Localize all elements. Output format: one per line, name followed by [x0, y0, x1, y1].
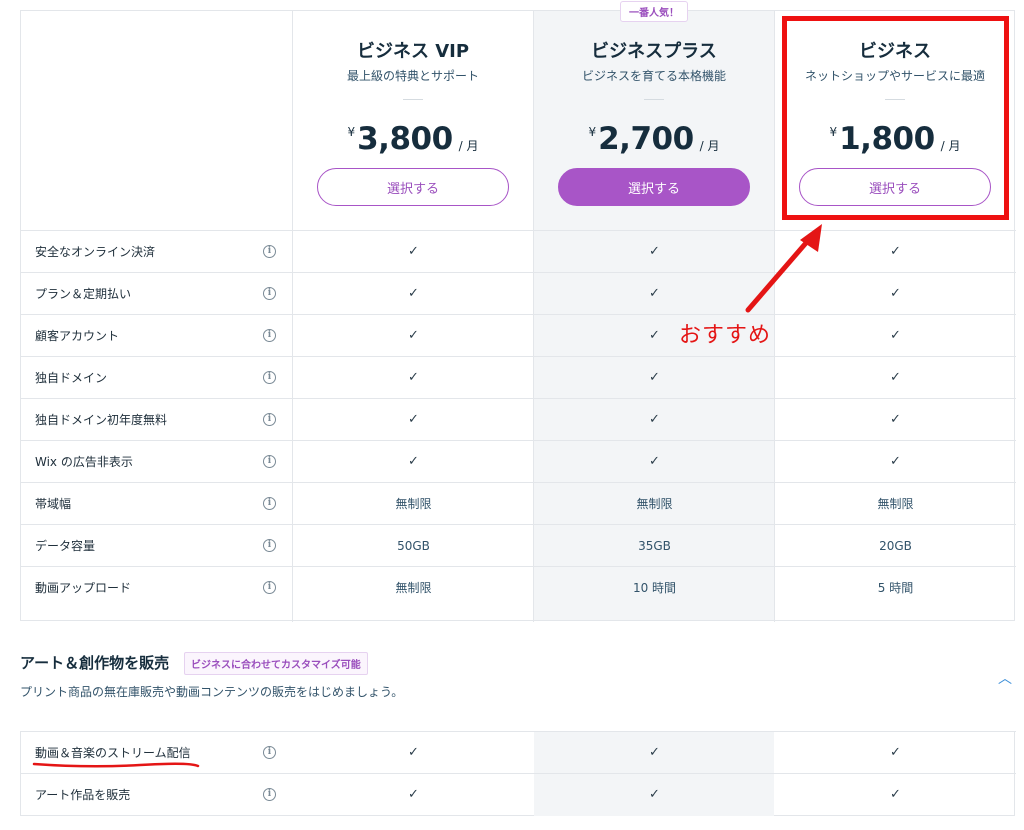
plan-card-vip: ビジネス VIP 最上級の特典とサポート ¥ 3,800 / 月 選択する [293, 11, 533, 231]
feature-value: 35GB [638, 539, 671, 553]
info-icon[interactable]: i [263, 455, 276, 468]
info-icon[interactable]: i [263, 581, 276, 594]
check-icon: ✓ [649, 787, 660, 802]
feature-label: 動画アップロード [35, 581, 132, 595]
section-feature-table: 動画＆音楽のストリーム配信 i ✓ ✓ ✓ アート作品を販売 i ✓ ✓ ✓ [20, 731, 1016, 816]
feature-row: データ容量 i 50GB 35GB 20GB [21, 524, 1016, 566]
feature-label: 顧客アカウント [35, 329, 120, 343]
info-icon[interactable]: i [263, 413, 276, 426]
feature-value: 50GB [397, 539, 430, 553]
feature-value: 5 時間 [877, 581, 914, 595]
customize-badge: ビジネスに合わせてカスタマイズ可能 [184, 652, 368, 675]
feature-label: 帯域幅 [35, 497, 72, 511]
check-icon: ✓ [408, 454, 419, 469]
price-period: / 月 [699, 139, 720, 153]
check-icon: ✓ [890, 328, 901, 343]
feature-value: 無制限 [636, 497, 673, 511]
divider [644, 99, 664, 100]
check-icon: ✓ [890, 454, 901, 469]
feature-label: プラン＆定期払い [35, 287, 132, 301]
feature-label: 独自ドメイン [35, 371, 108, 385]
currency-symbol: ¥ [588, 125, 597, 139]
feature-row: 独自ドメイン i ✓ ✓ ✓ [21, 356, 1016, 398]
info-icon[interactable]: i [263, 539, 276, 552]
info-icon[interactable]: i [263, 329, 276, 342]
feature-value: 20GB [879, 539, 912, 553]
currency-symbol: ¥ [347, 125, 356, 139]
check-icon: ✓ [890, 787, 901, 802]
info-icon[interactable]: i [263, 746, 276, 759]
info-icon[interactable]: i [263, 245, 276, 258]
check-icon: ✓ [408, 244, 419, 259]
plan-card-plus: 一番人気！ ビジネスプラス ビジネスを育てる本格機能 ¥ 2,700 / 月 選… [534, 1, 774, 231]
recommend-annotation: おすすめ [679, 323, 772, 348]
red-underline-annotation [32, 762, 200, 768]
feature-row: アート作品を販売 i ✓ ✓ ✓ [21, 773, 1016, 816]
annotation-arrow-icon [745, 224, 822, 313]
feature-label: 安全なオンライン決済 [35, 245, 156, 259]
plan-name: ビジネス VIP [356, 41, 470, 62]
feature-label: Wix の広告非表示 [35, 455, 133, 469]
price-amount: 3,800 [357, 121, 453, 157]
feature-row: 安全なオンライン決済 i ✓ ✓ ✓ [21, 230, 1016, 272]
check-icon: ✓ [408, 328, 419, 343]
feature-row: Wix の広告非表示 i ✓ ✓ ✓ [21, 440, 1016, 482]
info-icon[interactable]: i [263, 497, 276, 510]
check-icon: ✓ [890, 412, 901, 427]
info-icon[interactable]: i [263, 788, 276, 801]
feature-value: 無制限 [877, 497, 914, 511]
feature-row: 帯域幅 i 無制限 無制限 無制限 [21, 482, 1016, 524]
highlight-box [782, 16, 1009, 220]
select-plus-button[interactable]: 選択する [558, 168, 750, 206]
check-icon: ✓ [408, 412, 419, 427]
feature-label: アート作品を販売 [35, 788, 131, 802]
price-amount: 2,700 [598, 121, 694, 157]
plan-price: ¥ 3,800 / 月 [293, 121, 533, 157]
feature-label: データ容量 [35, 539, 96, 553]
check-icon: ✓ [890, 745, 901, 760]
check-icon: ✓ [649, 454, 660, 469]
check-icon: ✓ [890, 370, 901, 385]
section-title: アート＆創作物を販売 [20, 654, 170, 672]
feature-row: プラン＆定期払い i ✓ ✓ ✓ [21, 272, 1016, 314]
check-icon: ✓ [408, 787, 419, 802]
check-icon: ✓ [408, 745, 419, 760]
section-description: プリント商品の無在庫販売や動画コンテンツの販売をはじめましょう。 [20, 685, 404, 699]
feature-value: 10 時間 [632, 581, 677, 595]
feature-row: 独自ドメイン初年度無料 i ✓ ✓ ✓ [21, 398, 1016, 440]
feature-value: 無制限 [395, 497, 432, 511]
select-vip-button[interactable]: 選択する [317, 168, 509, 206]
plan-subtitle: ビジネスを育てる本格機能 [581, 69, 726, 83]
check-icon: ✓ [408, 370, 419, 385]
plan-subtitle: 最上級の特典とサポート [346, 69, 479, 83]
feature-value: 無制限 [395, 581, 432, 595]
price-period: / 月 [458, 139, 479, 153]
check-icon: ✓ [649, 745, 660, 760]
feature-label: 独自ドメイン初年度無料 [35, 413, 168, 427]
info-icon[interactable]: i [263, 287, 276, 300]
chevron-up-icon[interactable]: ︿ [998, 668, 1012, 688]
check-icon: ✓ [649, 244, 660, 259]
check-icon: ✓ [649, 412, 660, 427]
plan-name: ビジネスプラス [591, 41, 717, 62]
feature-row: 動画アップロード i 無制限 10 時間 5 時間 [21, 566, 1016, 608]
divider [403, 99, 423, 100]
check-icon: ✓ [649, 286, 660, 301]
check-icon: ✓ [649, 370, 660, 385]
check-icon: ✓ [408, 286, 419, 301]
popular-badge: 一番人気！ [620, 1, 688, 22]
plan-price: ¥ 2,700 / 月 [534, 121, 774, 157]
feature-row: 顧客アカウント i ✓ ✓ ✓ [21, 314, 1016, 356]
info-icon[interactable]: i [263, 371, 276, 384]
